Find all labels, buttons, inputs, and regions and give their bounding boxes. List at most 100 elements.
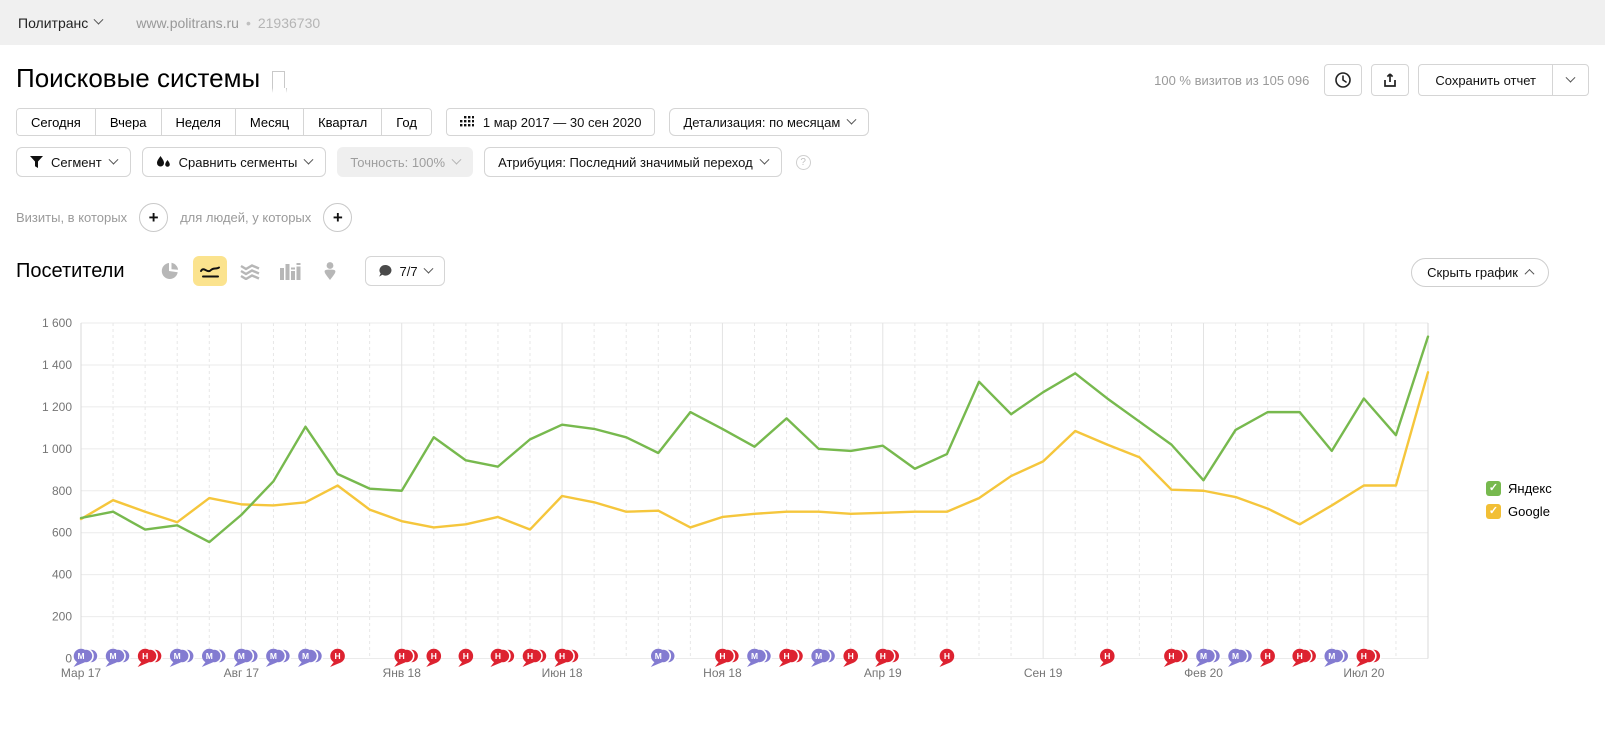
page-title: Поисковые системы bbox=[16, 63, 285, 94]
marker-letter: М bbox=[1328, 651, 1335, 661]
period-year[interactable]: Год bbox=[382, 109, 431, 135]
annotation-marker-Н[interactable]: Н bbox=[138, 649, 163, 667]
x-axis-tick-label: Июн 18 bbox=[542, 666, 583, 680]
marker-letter: Н bbox=[142, 651, 148, 661]
annotation-marker-Н[interactable]: Н bbox=[1292, 649, 1317, 667]
annotation-marker-Н[interactable]: Н bbox=[458, 649, 473, 667]
attribution-label: Атрибуция: Последний значимый переход bbox=[498, 155, 753, 170]
annotation-marker-Н[interactable]: Н bbox=[1356, 649, 1381, 667]
annotation-marker-Н[interactable]: Н bbox=[843, 649, 858, 667]
annotation-marker-М[interactable]: М bbox=[202, 649, 227, 667]
marker-letter: М bbox=[110, 651, 117, 661]
visits-filter-label: Визиты, в которых bbox=[16, 210, 127, 225]
annotation-marker-Н[interactable]: Н bbox=[1260, 649, 1275, 667]
export-button[interactable] bbox=[1371, 64, 1409, 96]
detalization-button[interactable]: Детализация: по месяцам bbox=[669, 108, 869, 136]
chart-type-areas-button[interactable] bbox=[233, 256, 267, 286]
save-report-menu-button[interactable] bbox=[1552, 65, 1588, 95]
calendar-grid-icon bbox=[460, 116, 474, 129]
marker-letter: Н bbox=[559, 651, 565, 661]
annotation-marker-М[interactable]: М bbox=[747, 649, 772, 667]
x-axis-tick-label: Авг 17 bbox=[224, 666, 260, 680]
annotation-marker-М[interactable]: М bbox=[234, 649, 259, 667]
annotation-marker-Н[interactable]: Н bbox=[875, 649, 900, 667]
chart-type-line-button[interactable] bbox=[193, 256, 227, 286]
annotation-marker-М[interactable]: М bbox=[1228, 649, 1253, 667]
marker-letter: Н bbox=[784, 651, 790, 661]
marker-letter: М bbox=[751, 651, 758, 661]
annotation-marker-Н[interactable]: Н bbox=[555, 649, 580, 667]
visitors-chart[interactable]: 02004006008001 0001 2001 4001 600Мар 17А… bbox=[0, 305, 1605, 700]
period-yesterday[interactable]: Вчера bbox=[96, 109, 162, 135]
history-button[interactable] bbox=[1324, 64, 1362, 96]
x-axis-tick-label: Апр 19 bbox=[864, 666, 902, 680]
annotation-marker-М[interactable]: М bbox=[1324, 649, 1349, 667]
add-visits-filter-button[interactable]: + bbox=[139, 203, 168, 232]
annotation-marker-Н[interactable]: Н bbox=[490, 649, 515, 667]
annotation-marker-Н[interactable]: Н bbox=[1164, 649, 1189, 667]
hide-chart-button[interactable]: Скрыть график bbox=[1411, 258, 1549, 287]
marker-letter: М bbox=[655, 651, 662, 661]
marker-letter: М bbox=[174, 651, 181, 661]
legend-label: Яндекс bbox=[1508, 481, 1552, 496]
chevron-down-icon bbox=[94, 15, 104, 25]
yandex-checkbox[interactable]: ✓ bbox=[1486, 481, 1501, 496]
counter-selector[interactable]: Политранс bbox=[18, 15, 102, 31]
chart-type-map-button[interactable] bbox=[313, 256, 347, 286]
counter-domain: www.politrans.ru bbox=[136, 15, 239, 31]
save-report-split-button: Сохранить отчет bbox=[1418, 64, 1589, 96]
bookmark-icon[interactable] bbox=[272, 71, 285, 88]
annotation-marker-М[interactable]: М bbox=[74, 649, 99, 667]
page-title-text: Поисковые системы bbox=[16, 63, 260, 94]
stacked-areas-icon bbox=[239, 262, 261, 280]
annotation-marker-Н[interactable]: Н bbox=[426, 649, 441, 667]
period-today[interactable]: Сегодня bbox=[17, 109, 96, 135]
marker-letter: М bbox=[1200, 651, 1207, 661]
legend-item-yandex[interactable]: ✓ Яндекс bbox=[1486, 481, 1552, 496]
annotation-marker-Н[interactable]: Н bbox=[779, 649, 804, 667]
annotation-marker-М[interactable]: М bbox=[106, 649, 131, 667]
marker-letter: М bbox=[1232, 651, 1239, 661]
annotation-marker-Н[interactable]: Н bbox=[1100, 649, 1115, 667]
legend-item-google[interactable]: ✓ Google bbox=[1486, 504, 1552, 519]
visitors-row: Посетители bbox=[16, 256, 445, 286]
save-report-button[interactable]: Сохранить отчет bbox=[1419, 65, 1552, 95]
marker-letter: М bbox=[238, 651, 245, 661]
goals-selector-button[interactable]: 7/7 bbox=[365, 256, 445, 286]
period-quarter[interactable]: Квартал bbox=[304, 109, 382, 135]
marker-letter: Н bbox=[1265, 651, 1271, 661]
marker-letter: Н bbox=[848, 651, 854, 661]
chart-type-columns-button[interactable] bbox=[273, 256, 307, 286]
attribution-button[interactable]: Атрибуция: Последний значимый переход bbox=[484, 147, 782, 177]
google-checkbox[interactable]: ✓ bbox=[1486, 504, 1501, 519]
annotation-marker-М[interactable]: М bbox=[651, 649, 676, 667]
top-bar: Политранс www.politrans.ru • 21936730 bbox=[0, 0, 1605, 45]
chart-type-pie-button[interactable] bbox=[153, 256, 187, 286]
add-people-filter-button[interactable]: + bbox=[323, 203, 352, 232]
annotation-marker-Н[interactable]: Н bbox=[330, 649, 345, 667]
period-week[interactable]: Неделя bbox=[162, 109, 236, 135]
annotation-marker-Н[interactable]: Н bbox=[939, 649, 954, 667]
y-axis-tick-label: 400 bbox=[52, 568, 72, 582]
precision-button[interactable]: Точность: 100% bbox=[337, 147, 473, 177]
segment-button[interactable]: Сегмент bbox=[16, 147, 131, 177]
annotation-marker-Н[interactable]: Н bbox=[523, 649, 548, 667]
date-range-button[interactable]: 1 мар 2017 — 30 сен 2020 bbox=[446, 108, 656, 136]
annotation-marker-М[interactable]: М bbox=[298, 649, 323, 667]
annotation-marker-Н[interactable]: Н bbox=[715, 649, 740, 667]
annotation-marker-М[interactable]: М bbox=[266, 649, 291, 667]
marker-letter: Н bbox=[944, 651, 950, 661]
annotation-marker-Н[interactable]: Н bbox=[394, 649, 419, 667]
counter-meta: www.politrans.ru • 21936730 bbox=[136, 15, 320, 31]
detalization-label: Детализация: по месяцам bbox=[683, 115, 840, 130]
compare-segments-button[interactable]: Сравнить сегменты bbox=[142, 147, 327, 177]
clock-icon bbox=[1334, 71, 1352, 89]
annotation-marker-М[interactable]: М bbox=[811, 649, 836, 667]
metric-title: Посетители bbox=[16, 260, 125, 283]
marker-letter: М bbox=[206, 651, 213, 661]
help-icon[interactable]: ? bbox=[796, 155, 811, 170]
period-month[interactable]: Месяц bbox=[236, 109, 304, 135]
y-axis-tick-label: 600 bbox=[52, 526, 72, 540]
annotation-marker-М[interactable]: М bbox=[170, 649, 195, 667]
annotation-marker-М[interactable]: М bbox=[1196, 649, 1221, 667]
